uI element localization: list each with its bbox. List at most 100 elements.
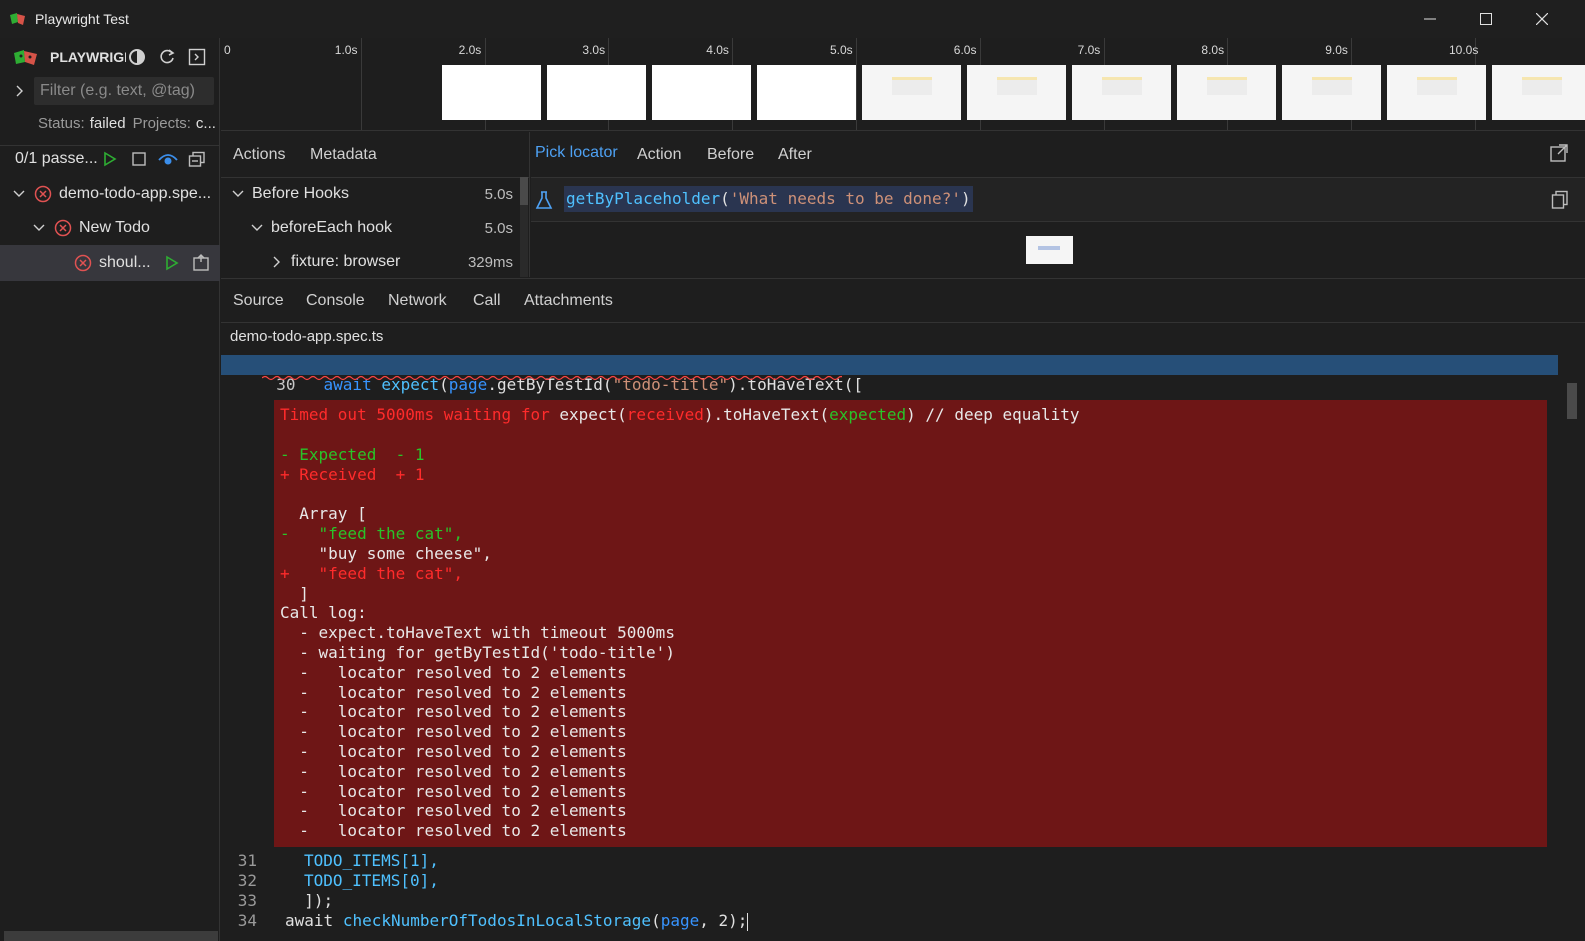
run-test-button[interactable] [161, 252, 183, 274]
chevron-down-icon[interactable] [250, 221, 264, 235]
sidebar: PLAYWRIGHT Filter (e.g. text, @tag) Stat… [0, 38, 220, 941]
play-icon [104, 151, 117, 166]
error-log-line: - locator resolved to 2 elements [280, 762, 627, 781]
tab-console[interactable]: Console [306, 292, 365, 310]
action-row-fixture[interactable]: fixture: browser 329ms [221, 245, 519, 279]
failed-icon [74, 254, 92, 272]
filter-input[interactable]: Filter (e.g. text, @tag) [34, 77, 214, 105]
failed-icon [54, 219, 72, 237]
error-log-line: - waiting for getByTestId('todo-title') [280, 643, 675, 662]
timeline-snapshot-thumbnail[interactable] [967, 65, 1066, 120]
timeline-snapshot-thumbnail[interactable] [547, 65, 646, 120]
error-log-line: - locator resolved to 2 elements [280, 722, 627, 741]
code-line[interactable]: 32 TODO_ITEMS[0], [221, 871, 439, 891]
tab-network[interactable]: Network [388, 292, 447, 310]
collapse-all-button[interactable] [186, 148, 208, 170]
tree-item-describe[interactable]: New Todo [0, 211, 220, 245]
error-diff-minus: - "feed the cat", [280, 524, 464, 543]
reload-button[interactable] [156, 46, 178, 68]
watch-button[interactable] [157, 148, 179, 170]
error-log-line: - locator resolved to 2 elements [280, 742, 627, 761]
timeline-snapshot-thumbnail[interactable] [442, 65, 541, 120]
maximize-button[interactable] [1458, 0, 1514, 38]
source-scrollbar[interactable] [1567, 383, 1577, 419]
locator-input[interactable]: getByPlaceholder('What needs to be done?… [564, 186, 973, 212]
error-message: Timed out 5000ms waiting for expect(rece… [274, 400, 1547, 847]
open-source-button[interactable] [190, 252, 212, 274]
timeline-tick-label: 6.0s [953, 43, 977, 57]
chevron-down-icon[interactable] [32, 221, 46, 235]
run-all-button[interactable] [99, 148, 121, 170]
locator-panel: Pick locator Action Before After getByPl… [531, 132, 1585, 277]
error-array-close: ] [280, 584, 309, 603]
tree-item-label: New Todo [79, 219, 150, 236]
error-received-line: + Received + 1 [280, 465, 425, 484]
timeline-tick-label: 9.0s [1325, 43, 1348, 57]
brand-name: PLAYWRIGHT [50, 49, 126, 65]
timeline-tick-label: 8.0s [1201, 43, 1225, 57]
chevron-right-icon[interactable] [13, 85, 25, 97]
tree-item-test[interactable]: shoul... [0, 245, 220, 281]
timeline-snapshot-thumbnail[interactable] [1492, 65, 1585, 120]
theme-toggle-button[interactable] [126, 46, 148, 68]
pass-count: 0/1 passe... [15, 149, 97, 167]
tab-action[interactable]: Action [637, 146, 681, 164]
timeline-snapshot-thumbnail[interactable] [1177, 65, 1276, 120]
locator-function: getByPlaceholder [566, 189, 721, 208]
timeline-tick-label: 5.0s [830, 43, 853, 57]
code-line[interactable]: 33 ]); [221, 891, 333, 911]
timeline-snapshot-thumbnail[interactable] [1072, 65, 1171, 120]
tree-item-file[interactable]: demo-todo-app.spe... [0, 177, 220, 211]
tab-metadata[interactable]: Metadata [310, 146, 377, 164]
timeline-gridline [856, 38, 857, 130]
stop-button[interactable] [128, 148, 150, 170]
action-duration: 5.0s [484, 185, 513, 203]
error-call-log: Call log: [280, 603, 367, 622]
minimize-button[interactable] [1402, 0, 1458, 38]
maximize-icon [1480, 13, 1492, 25]
code-line[interactable]: 34 await checkNumberOfTodosInLocalStorage… [221, 911, 749, 931]
window-title: Playwright Test [35, 11, 129, 27]
collapse-all-icon [188, 151, 205, 167]
chevron-down-icon[interactable] [12, 187, 26, 201]
bottom-tabs: Source Console Network Call Attachments [221, 278, 1585, 323]
timeline-snapshot-thumbnail[interactable] [1282, 65, 1381, 120]
tab-actions[interactable]: Actions [233, 146, 285, 164]
close-button[interactable] [1514, 0, 1570, 38]
error-diff-plus: + "feed the cat", [280, 564, 464, 583]
copy-icon[interactable] [1551, 190, 1569, 210]
action-row-before-each[interactable]: beforeEach hook 5.0s [221, 211, 519, 245]
error-log-line: - locator resolved to 2 elements [280, 663, 627, 682]
chevron-down-icon[interactable] [231, 187, 245, 201]
locator-bar: getByPlaceholder('What needs to be done?… [531, 177, 1585, 222]
run-toolbar: 0/1 passe... [0, 145, 220, 171]
external-link-icon[interactable] [1549, 143, 1569, 163]
code-line[interactable]: 31 TODO_ITEMS[1], [221, 851, 439, 871]
tab-before[interactable]: Before [707, 146, 754, 164]
eye-icon [158, 153, 178, 164]
panel-right-icon [188, 48, 206, 66]
tab-source[interactable]: Source [233, 292, 284, 310]
action-row-before-hooks[interactable]: Before Hooks 5.0s [221, 177, 519, 211]
snapshot-preview[interactable] [1026, 236, 1073, 264]
error-log-line: - expect.toHaveText with timeout 5000ms [280, 623, 675, 642]
tab-attachments[interactable]: Attachments [524, 292, 613, 310]
code-line-highlighted[interactable]: 30 await expect(page.getByTestId("todo-ti… [221, 355, 1558, 394]
timeline-snapshot-thumbnail[interactable] [862, 65, 961, 120]
tab-pick-locator[interactable]: Pick locator [535, 144, 618, 162]
error-headline: Timed out 5000ms waiting for expect(rece… [280, 405, 1080, 424]
tab-after[interactable]: After [778, 146, 812, 164]
expand-panel-button[interactable] [186, 46, 208, 68]
chevron-right-icon[interactable] [270, 255, 284, 269]
sidebar-scrollbar[interactable] [4, 931, 218, 941]
timeline-snapshot-thumbnail[interactable] [757, 65, 856, 120]
timeline[interactable]: 0 1.0s 2.0s 3.0s 4.0s 5.0s 6.0s 7.0s 8.0s 9.0s 10.… [221, 38, 1585, 131]
actions-scrollbar[interactable] [520, 177, 528, 277]
projects-value[interactable]: c... [196, 115, 216, 132]
timeline-snapshot-thumbnail[interactable] [1387, 65, 1486, 120]
status-value[interactable]: failed [90, 115, 126, 132]
error-diff-same: "buy some cheese", [280, 544, 492, 563]
tab-call[interactable]: Call [473, 292, 501, 310]
action-duration: 329ms [467, 253, 513, 271]
timeline-snapshot-thumbnail[interactable] [652, 65, 751, 120]
